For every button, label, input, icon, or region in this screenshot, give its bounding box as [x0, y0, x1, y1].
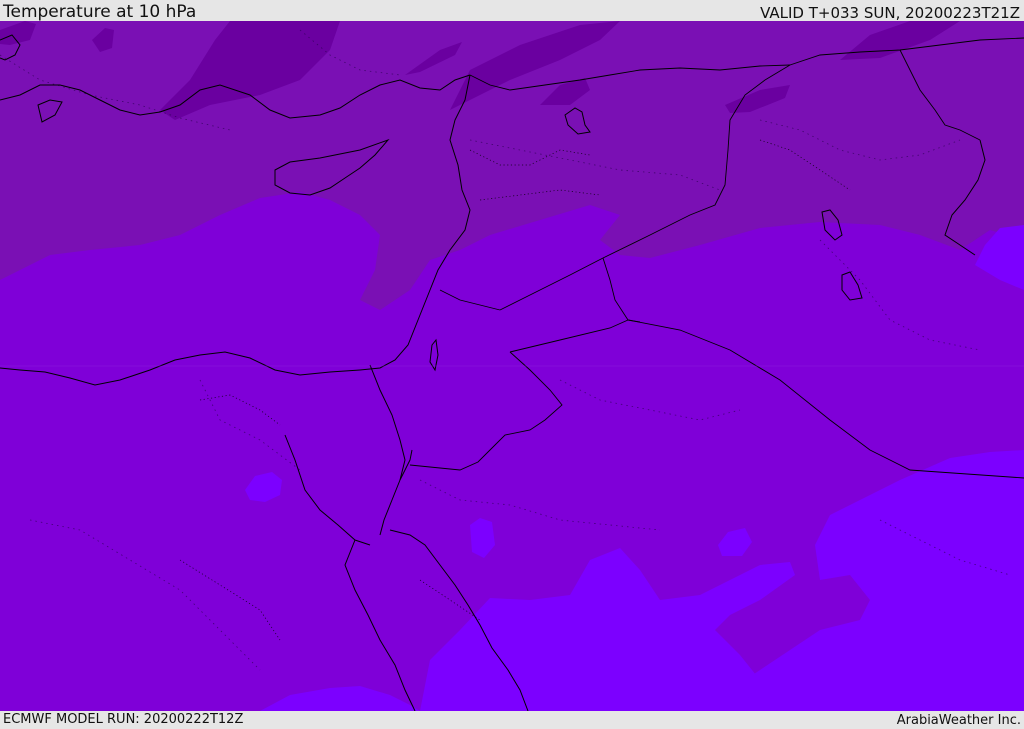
model-run-label: ECMWF MODEL RUN: 20200222T12Z: [3, 712, 244, 727]
credit-label: ArabiaWeather Inc.: [896, 713, 1021, 728]
map-title: Temperature at 10 hPa: [3, 2, 197, 22]
header-bar: Temperature at 10 hPa VALID T+033 SUN, 2…: [0, 0, 1024, 21]
weather-map[interactable]: [0, 21, 1024, 711]
footer-bar: ECMWF MODEL RUN: 20200222T12Z ArabiaWeat…: [0, 711, 1024, 729]
map-canvas: [0, 21, 1024, 711]
valid-time: VALID T+033 SUN, 20200223T21Z: [760, 4, 1020, 22]
